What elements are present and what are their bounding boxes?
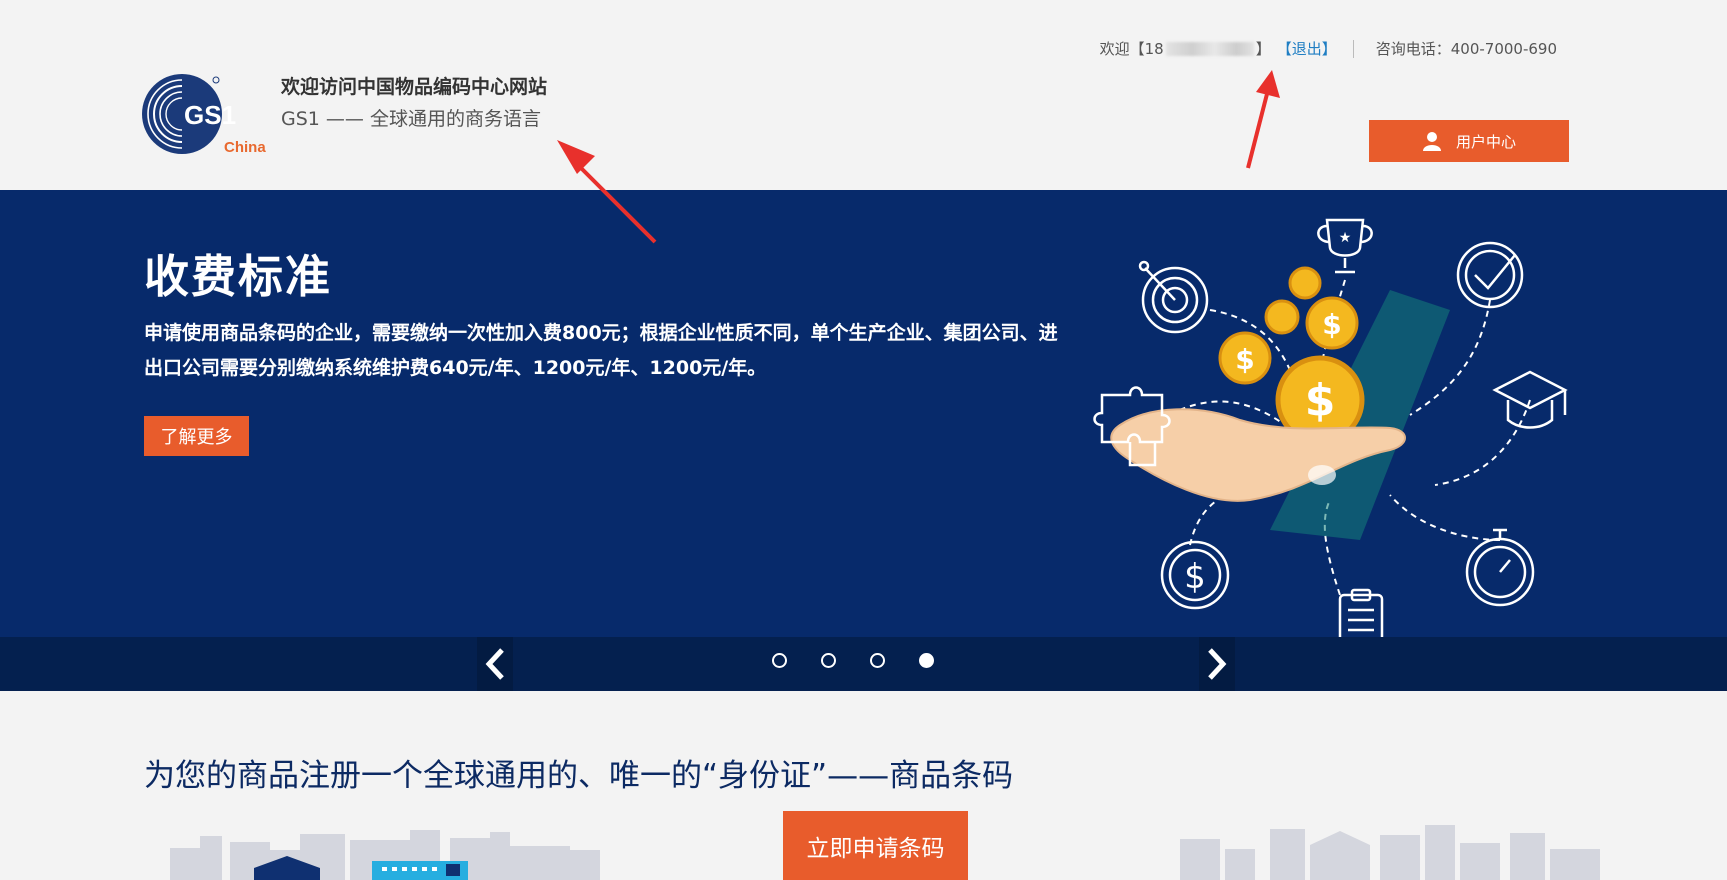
carousel-dot[interactable] [870,653,885,668]
carousel-dot-active[interactable] [919,653,934,668]
site-header: GS1 China 欢迎访问中国物品编码中心网站 GS1 —— 全球通用的商务语… [0,0,1727,190]
carousel-prev-button[interactable] [477,637,513,691]
chevron-left-icon [485,648,504,680]
topbar: 欢迎【18 】 【退出】 咨询电话：400-7000-690 [1100,38,1557,59]
target-icon [1138,260,1209,334]
user-center-button[interactable]: 用户中心 [1369,120,1569,162]
logout-link[interactable]: 【退出】 [1277,38,1337,59]
stopwatch-icon [1465,528,1535,607]
hero-banner: 收费标准 申请使用商品条码的企业，需要缴纳一次性加入费800元；根据企业性质不同… [0,190,1727,691]
site-slogan: GS1 —— 全球通用的商务语言 [281,108,541,130]
banner-description: 申请使用商品条码的企业，需要缴纳一次性加入费800元；根据企业性质不同，单个生产… [144,322,1058,379]
svg-text:$: $ [1305,375,1336,426]
banner-title: 收费标准 [144,250,333,303]
chevron-right-icon [1208,648,1227,680]
carousel-next-button[interactable] [1199,637,1235,691]
welcome-suffix: 】 [1255,40,1271,58]
topbar-divider [1352,39,1354,58]
site-title: 欢迎访问中国物品编码中心网站 [281,76,548,98]
svg-text:$: $ [1322,308,1341,341]
apply-barcode-button[interactable]: 立即申请条码 [783,811,968,880]
carousel-dots [772,653,968,668]
carousel-dot[interactable] [772,653,787,668]
carousel-dot[interactable] [821,653,836,668]
svg-text:$: $ [1184,557,1206,597]
skyline-left-illustration [170,830,600,880]
check-badge-icon [1456,241,1524,309]
trophy-icon: ★ [1317,218,1373,274]
skyline-right-illustration [1180,825,1600,880]
section-heading: 为您的商品注册一个全球通用的、唯一的“身份证”——商品条码 [144,758,1014,794]
learn-more-button[interactable]: 了解更多 [144,416,249,456]
svg-text:China: China [224,139,266,156]
user-center-label: 用户中心 [1455,132,1516,151]
red-annotation-arrow-right [1246,70,1280,169]
user-icon [1422,132,1441,151]
welcome-prefix: 欢迎【18 [1099,40,1164,58]
hotline-text: 咨询电话：400-7000-690 [1375,40,1557,58]
gs1-china-logo[interactable]: GS1 China [140,72,272,156]
graduation-cap-icon [1492,370,1568,429]
masked-username [1165,41,1254,56]
fee-illustration: $ $ $ ★ $ [1093,218,1568,652]
svg-text:★: ★ [1339,230,1352,246]
red-annotation-arrow-left [557,140,657,244]
dollar-coin-icon: $ [1160,540,1230,610]
svg-text:$: $ [1235,343,1254,376]
svg-text:GS1: GS1 [184,100,236,130]
